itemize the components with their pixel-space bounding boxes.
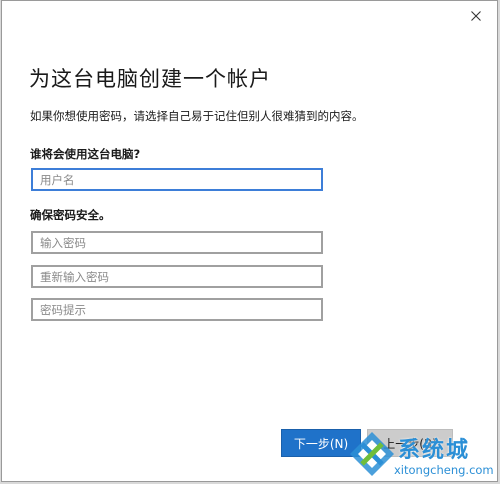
password-hint-input[interactable]	[31, 298, 323, 321]
confirm-password-input[interactable]	[31, 265, 323, 288]
close-icon	[471, 11, 481, 21]
user-section-label: 谁将会使用这台电脑?	[30, 147, 141, 161]
back-button[interactable]: 上一步(B)	[367, 429, 453, 457]
username-input[interactable]	[31, 168, 323, 191]
password-section-label: 确保密码安全。	[30, 208, 111, 222]
page-subtitle: 如果你想使用密码，请选择自己易于记住但别人很难猜到的内容。	[30, 109, 364, 123]
close-button[interactable]	[465, 7, 487, 25]
page-title: 为这台电脑创建一个帐户	[29, 67, 271, 91]
password-input[interactable]	[31, 231, 323, 254]
create-account-dialog: 为这台电脑创建一个帐户 如果你想使用密码，请选择自己易于记住但别人很难猜到的内容…	[1, 0, 498, 482]
next-button[interactable]: 下一步(N)	[281, 429, 361, 457]
